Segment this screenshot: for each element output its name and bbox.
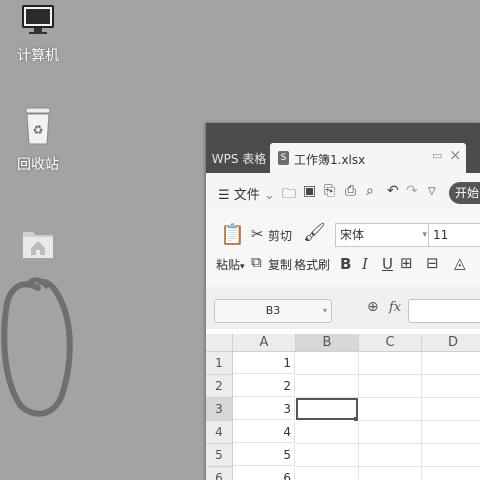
row-header-6[interactable]: 6 bbox=[206, 467, 233, 480]
cell-b4[interactable] bbox=[296, 421, 359, 444]
cell-c2[interactable] bbox=[359, 375, 422, 398]
window-restore-icon[interactable]: ▭ bbox=[432, 149, 442, 162]
print-preview-icon[interactable]: ⌕ bbox=[366, 183, 374, 199]
font-name-value: 宋体 bbox=[340, 228, 365, 242]
fill-bucket-icon[interactable]: ◬ bbox=[454, 254, 466, 272]
fill-handle[interactable] bbox=[354, 417, 358, 421]
cell-a6[interactable]: 6 bbox=[233, 467, 295, 480]
column-header-b[interactable]: B bbox=[296, 334, 359, 352]
borders-icon[interactable]: ⊞ bbox=[400, 254, 413, 272]
spreadsheet-grid[interactable]: A B C D 1 2 3 4 5 6 1 2 3 4 5 6 bbox=[206, 334, 480, 480]
desktop-icon-computer[interactable]: 计算机 bbox=[3, 3, 73, 65]
fx-insert-function[interactable]: fx bbox=[389, 300, 401, 315]
name-box[interactable]: B3 ▾ bbox=[214, 299, 332, 323]
select-all-corner[interactable] bbox=[206, 334, 233, 352]
hand-drawn-circle-annotation bbox=[1, 277, 73, 417]
cell-d4[interactable] bbox=[422, 421, 480, 444]
cell-a5[interactable]: 5 bbox=[233, 444, 295, 466]
column-header-c[interactable]: C bbox=[359, 334, 422, 352]
cell-reference: B3 bbox=[265, 304, 281, 317]
spreadsheet-doc-icon: S bbox=[278, 151, 289, 165]
column-header-a[interactable]: A bbox=[233, 334, 296, 352]
font-size-select[interactable]: 11 bbox=[428, 223, 480, 247]
desktop-icon-home-folder[interactable] bbox=[3, 226, 73, 264]
row-header-5[interactable]: 5 bbox=[206, 444, 233, 467]
file-menu-label: 文件 bbox=[233, 188, 260, 203]
print-icon[interactable]: ⎙ bbox=[345, 183, 356, 199]
fill-color-icon[interactable]: ⊟ bbox=[426, 254, 439, 272]
cell-b6[interactable] bbox=[296, 467, 359, 480]
file-menu-button[interactable]: ☰ 文件 ⌄ bbox=[218, 184, 275, 203]
tab-wps-home[interactable]: WPS 表格 bbox=[210, 145, 268, 173]
export-pdf-icon[interactable]: ⎘ bbox=[324, 183, 335, 199]
home-folder-icon bbox=[23, 232, 53, 258]
quick-access-toolbar: ☰ 文件 ⌄ 🗀 ▣ ⎘ ⎙ ⌕ ↶ ↷ ▽ 开始 bbox=[206, 173, 480, 214]
cell-d6[interactable] bbox=[422, 467, 480, 480]
cell-b1[interactable] bbox=[296, 352, 359, 375]
recycle-bin-icon: ♻ bbox=[25, 107, 51, 145]
desktop-icon-recycle-bin[interactable]: ♻ 回收站 bbox=[3, 106, 73, 174]
tab-document[interactable]: S 工作簿1.xlsx ▭ × bbox=[270, 143, 466, 173]
format-painter-button[interactable]: 格式刷 bbox=[294, 256, 330, 273]
row-header-1[interactable]: 1 bbox=[206, 352, 233, 375]
cell-b3-selected[interactable] bbox=[296, 398, 358, 420]
cell-d2[interactable] bbox=[422, 375, 480, 398]
cell-b5[interactable] bbox=[296, 444, 359, 467]
chevron-down-icon: ⌄ bbox=[263, 188, 275, 203]
cell-c4[interactable] bbox=[359, 421, 422, 444]
underline-button[interactable]: U bbox=[382, 255, 393, 273]
cell-d1[interactable] bbox=[422, 352, 480, 375]
document-tab-title: 工作簿1.xlsx bbox=[294, 153, 366, 167]
bold-button[interactable]: B bbox=[340, 255, 351, 273]
paste-label: 粘贴 bbox=[216, 258, 241, 272]
open-folder-icon[interactable]: 🗀 bbox=[282, 183, 296, 207]
cell-a4[interactable]: 4 bbox=[233, 421, 295, 443]
cut-button[interactable]: 剪切 bbox=[268, 227, 292, 244]
formula-input[interactable] bbox=[408, 299, 480, 323]
wps-spreadsheet-window[interactable]: WPS 表格 S 工作簿1.xlsx ▭ × ☰ 文件 ⌄ 🗀 ▣ ⎘ ⎙ ⌕ … bbox=[206, 123, 480, 480]
italic-button[interactable]: I bbox=[362, 255, 368, 273]
copy-icon[interactable]: ⧉ bbox=[251, 253, 262, 271]
chevron-down-icon: ▾ bbox=[422, 230, 427, 240]
cell-c6[interactable] bbox=[359, 467, 422, 480]
chevron-down-icon: ▾ bbox=[322, 306, 327, 315]
formula-bar: B3 ▾ ⊕ fx bbox=[206, 287, 480, 329]
cell-b2[interactable] bbox=[296, 375, 359, 398]
desktop-label-computer: 计算机 bbox=[17, 48, 59, 64]
cell-d5[interactable] bbox=[422, 444, 480, 467]
zoom-search-icon[interactable]: ⊕ bbox=[367, 299, 379, 315]
cell-a1[interactable]: 1 bbox=[233, 352, 295, 374]
row-header-2[interactable]: 2 bbox=[206, 375, 233, 398]
cell-c3[interactable] bbox=[359, 398, 422, 421]
hamburger-icon: ☰ bbox=[218, 188, 230, 203]
font-name-select[interactable]: 宋体 ▾ bbox=[335, 223, 431, 247]
cell-d3[interactable] bbox=[422, 398, 480, 421]
paste-icon[interactable]: 📋 bbox=[220, 222, 245, 246]
paste-button[interactable]: 粘贴▾ bbox=[216, 256, 245, 273]
copy-button[interactable]: 复制 bbox=[268, 256, 292, 273]
cell-a3[interactable]: 3 bbox=[233, 398, 295, 420]
tab-start[interactable]: 开始 bbox=[449, 182, 480, 204]
close-tab-icon[interactable]: × bbox=[449, 146, 462, 164]
cell-a2[interactable]: 2 bbox=[233, 375, 295, 397]
font-size-value: 11 bbox=[433, 228, 449, 242]
row-header-4[interactable]: 4 bbox=[206, 421, 233, 444]
column-header-d[interactable]: D bbox=[422, 334, 480, 352]
cell-c5[interactable] bbox=[359, 444, 422, 467]
desktop-label-recycle-bin: 回收站 bbox=[17, 157, 59, 173]
cell-c1[interactable] bbox=[359, 352, 422, 375]
svg-text:♻: ♻ bbox=[33, 123, 44, 137]
redo-icon[interactable]: ↷ bbox=[406, 183, 418, 199]
ribbon-toolbar: 📋 粘贴▾ ✂ 剪切 ⧉ 复制 🖌 格式刷 宋体 ▾ 11 B I U ⊞ ⊟ … bbox=[206, 213, 480, 288]
scissors-icon[interactable]: ✂ bbox=[251, 225, 264, 243]
row-header-3[interactable]: 3 bbox=[206, 398, 233, 421]
more-dropdown-icon[interactable]: ▽ bbox=[428, 186, 436, 197]
undo-icon[interactable]: ↶ bbox=[387, 183, 399, 199]
computer-icon bbox=[22, 5, 54, 34]
title-bar: WPS 表格 S 工作簿1.xlsx ▭ × bbox=[206, 123, 480, 173]
format-painter-icon[interactable]: 🖌 bbox=[303, 222, 326, 243]
save-icon[interactable]: ▣ bbox=[303, 183, 316, 199]
